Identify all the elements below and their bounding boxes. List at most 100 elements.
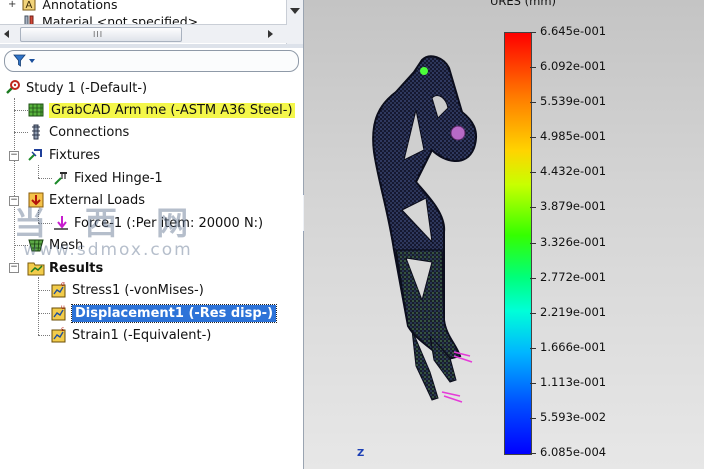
displacement-label: Displacement1 (-Res disp-) — [70, 303, 278, 323]
legend-value-label: 2.219e-001 — [540, 304, 607, 319]
fixture-marker — [420, 67, 428, 75]
tree-connector — [38, 223, 52, 224]
legend-tick — [530, 382, 536, 384]
results-folder-icon — [27, 262, 45, 276]
list-horizontal-scrollbar[interactable]: III — [0, 24, 287, 43]
study-icon — [6, 80, 20, 94]
legend-tick — [530, 417, 536, 419]
legend-tick — [530, 32, 536, 33]
legend-tick — [530, 137, 536, 139]
chevron-down-icon[interactable] — [29, 59, 35, 63]
tree-item-fixtures[interactable]: Fixtures — [27, 145, 100, 165]
tree-item-displacement[interactable]: u Displacement1 (-Res disp-) — [50, 303, 278, 323]
annotations-label: Annotations — [42, 0, 118, 12]
list-item-annotations[interactable]: + A Annotations — [8, 0, 117, 12]
collapse-fixtures-icon[interactable]: − — [9, 151, 19, 161]
fixtures-icon — [28, 149, 42, 161]
tree-connector — [38, 277, 39, 335]
legend-tick — [530, 102, 536, 104]
legend-value-label: 6.645e-001 — [540, 24, 607, 38]
legend-title: URES (mm) — [490, 0, 557, 8]
strain-plot-icon: ε — [51, 326, 66, 343]
scroll-right-icon[interactable] — [268, 30, 273, 38]
tree-connector — [38, 165, 39, 178]
legend-value-label: 5.593e-002 — [540, 409, 607, 424]
tree-connector — [14, 245, 28, 246]
filter-funnel-icon[interactable] — [13, 54, 26, 67]
connections-label: Connections — [49, 124, 130, 140]
connections-icon — [32, 124, 40, 140]
external-loads-label: External Loads — [49, 192, 146, 208]
tree-connector — [38, 313, 50, 314]
svg-text:A: A — [26, 0, 33, 11]
external-loads-icon — [28, 192, 44, 208]
legend-tick — [530, 277, 536, 279]
scroll-thumb[interactable]: III — [20, 27, 182, 42]
legend-tick — [530, 242, 536, 244]
list-vertical-scrollbar[interactable] — [286, 0, 303, 44]
scroll-left-icon[interactable] — [4, 30, 9, 38]
hinge-marker — [450, 125, 466, 141]
tree-item-stress[interactable]: σ Stress1 (-vonMises-) — [50, 280, 204, 300]
legend-tick — [530, 347, 536, 349]
results-label: Results — [49, 260, 104, 276]
legend-value-label: 2.772e-001 — [540, 269, 607, 284]
part-mesh-icon — [28, 103, 44, 117]
legend-value-label: 1.113e-001 — [540, 374, 607, 389]
force-label: Force-1 (:Per item: 20000 N:) — [74, 215, 264, 231]
tree-connector — [38, 178, 52, 179]
legend-value-label: 3.326e-001 — [540, 234, 607, 249]
view-triad-z-axis[interactable]: Z — [357, 448, 364, 459]
legend-value-label: 5.539e-001 — [540, 94, 607, 109]
tree-connector — [38, 335, 50, 336]
stress-plot-icon: σ — [51, 281, 66, 298]
tree-connector — [38, 210, 39, 223]
simulation-tree-panel: + A Annotations Material <not specified>… — [0, 0, 304, 469]
displacement-plot-icon: u — [51, 304, 66, 321]
tree-item-force[interactable]: Force-1 (:Per item: 20000 N:) — [52, 213, 263, 233]
legend-tick — [530, 172, 536, 174]
force-arrow-icon — [54, 216, 68, 230]
mesh-icon — [28, 239, 44, 252]
tree-connector — [38, 290, 50, 291]
tree-item-results[interactable]: Results — [27, 258, 103, 278]
legend-tick — [530, 312, 536, 314]
legend-value-label: 6.092e-001 — [540, 59, 607, 74]
legend-value-label: 1.666e-001 — [540, 339, 607, 354]
tree-item-fixed-hinge[interactable]: Fixed Hinge-1 — [52, 168, 163, 188]
legend-tick — [530, 453, 536, 454]
svg-text:σ: σ — [61, 281, 65, 288]
tree-item-study[interactable]: Study 1 (-Default-) — [4, 78, 147, 98]
graphics-viewport[interactable]: URES (mm) 6.645e-001 6.092e-001 5.539e-001… — [304, 0, 704, 469]
tree-item-connections[interactable]: Connections — [27, 122, 129, 142]
strain-label: Strain1 (-Equivalent-) — [72, 327, 212, 343]
stress-label: Stress1 (-vonMises-) — [72, 282, 204, 298]
legend-color-bar — [504, 32, 532, 455]
svg-text:ε: ε — [61, 326, 64, 333]
study-label: Study 1 (-Default-) — [26, 80, 148, 96]
fixtures-label: Fixtures — [49, 147, 101, 163]
tree-item-mesh[interactable]: Mesh — [27, 235, 83, 255]
scroll-down-icon[interactable] — [290, 8, 300, 14]
collapse-external-loads-icon[interactable]: − — [9, 196, 19, 206]
tree-item-external-loads[interactable]: External Loads — [27, 190, 145, 210]
panel-divider[interactable] — [0, 44, 303, 48]
annotation-icon: A — [22, 0, 36, 11]
part-label: GrabCAD Arm me (-ASTM A36 Steel-) — [49, 102, 295, 118]
hinge-icon — [54, 172, 67, 185]
legend-value-label: 6.085e-004 — [540, 445, 607, 459]
tree-connector — [14, 132, 28, 133]
legend-value-label: 3.879e-001 — [540, 199, 607, 214]
legend-value-label: 4.432e-001 — [540, 164, 607, 179]
collapse-results-icon[interactable]: − — [9, 263, 19, 273]
svg-text:u: u — [61, 304, 65, 311]
tree-connector — [14, 98, 15, 268]
tree-item-strain[interactable]: ε Strain1 (-Equivalent-) — [50, 325, 211, 345]
tree-filter-bar[interactable] — [4, 50, 299, 72]
legend-tick — [530, 207, 536, 209]
tree-connector — [14, 110, 28, 111]
legend-value-label: 4.985e-001 — [540, 129, 607, 144]
mesh-label: Mesh — [49, 237, 84, 253]
fixed-hinge-label: Fixed Hinge-1 — [74, 170, 163, 186]
tree-item-part[interactable]: GrabCAD Arm me (-ASTM A36 Steel-) — [27, 100, 295, 120]
